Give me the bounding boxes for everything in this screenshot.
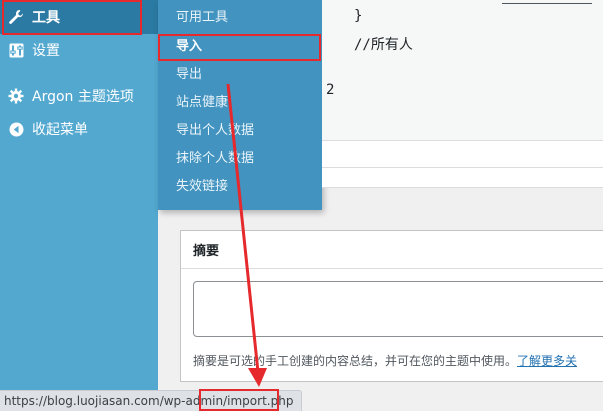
admin-sidebar: 工具 设置 Argon 主题选项 收起菜单	[0, 0, 158, 411]
learn-more-link[interactable]: 了解更多关	[517, 354, 577, 368]
excerpt-metabox: 摘要 摘要是可选的手工创建的内容总结，并可在您的主题中使用。了解更多关	[180, 230, 603, 382]
code-block: } //所有人 2	[322, 0, 603, 140]
collapse-icon	[0, 122, 30, 137]
sidebar-item-label: 工具	[32, 10, 60, 26]
excerpt-help-text: 摘要是可选的手工创建的内容总结，并可在您的主题中使用。	[193, 354, 518, 368]
editor-divider	[322, 168, 603, 188]
gear-icon	[0, 88, 30, 104]
sidebar-item-settings[interactable]: 设置	[0, 33, 158, 67]
code-line: //所有人	[354, 37, 413, 53]
code-top-fragment	[502, 0, 592, 4]
submenu-item-available-tools[interactable]: 可用工具	[176, 6, 228, 30]
submenu-item-import[interactable]: 导入	[176, 35, 202, 59]
sidebar-item-argon-options[interactable]: Argon 主题选项	[0, 79, 158, 113]
excerpt-help: 摘要是可选的手工创建的内容总结，并可在您的主题中使用。了解更多关	[193, 352, 577, 369]
settings-icon	[0, 43, 30, 58]
status-url-file: import.php	[227, 394, 294, 408]
code-line: }	[354, 8, 363, 24]
status-url-prefix: https://blog.luojiasan.com/wp-admin/	[4, 394, 228, 408]
sidebar-item-label: 设置	[32, 43, 60, 59]
excerpt-title[interactable]: 摘要	[181, 231, 603, 269]
sidebar-item-tools[interactable]: 工具	[0, 0, 158, 34]
submenu-item-broken-links[interactable]: 失效链接	[176, 175, 228, 199]
sidebar-item-label: Argon 主题选项	[32, 89, 134, 105]
sidebar-item-collapse-menu[interactable]: 收起菜单	[0, 112, 158, 146]
submenu-item-erase-personal-data[interactable]: 抹除个人数据	[176, 147, 254, 171]
wrench-icon	[0, 9, 30, 25]
excerpt-textarea[interactable]	[193, 281, 603, 337]
sidebar-item-label: 收起菜单	[32, 122, 88, 138]
status-bar-url: https://blog.luojiasan.com/wp-admin/impo…	[0, 390, 303, 411]
submenu-item-site-health[interactable]: 站点健康	[176, 91, 228, 115]
tools-submenu: 可用工具 导入 导出 站点健康 导出个人数据 抹除个人数据 失效链接	[158, 0, 322, 210]
submenu-item-export-personal-data[interactable]: 导出个人数据	[176, 119, 254, 143]
editor-divider	[322, 140, 603, 168]
submenu-item-export[interactable]: 导出	[176, 63, 202, 87]
code-line: 2	[326, 82, 335, 98]
